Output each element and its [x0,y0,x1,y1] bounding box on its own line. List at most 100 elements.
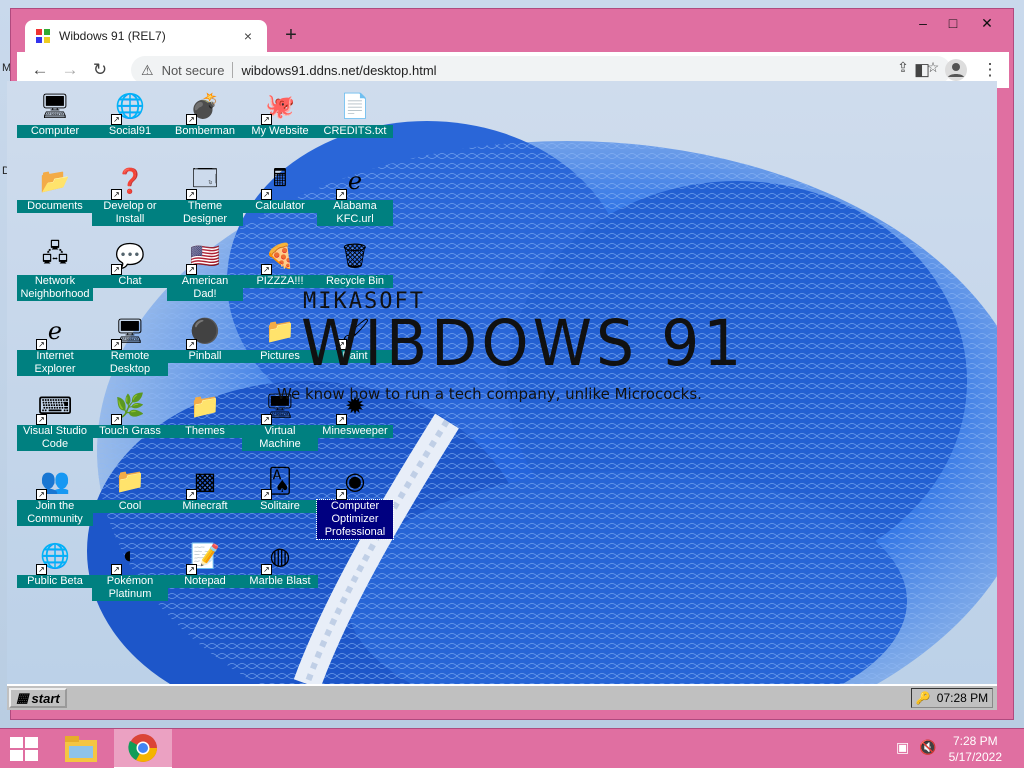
desktop-icon-alabama-kfc-url[interactable]: ℯ ↗ Alabama KFC.url [317,164,393,226]
desktop-icon-recycle-bin[interactable]: 🗑 Recycle Bin [317,239,393,288]
globe-icon: 🌐 ↗ [111,89,147,125]
ie-icon: ℯ ↗ [336,164,372,200]
desktop-icon-american-dad[interactable]: 🇺🇸 ↗ American Dad! [167,239,243,301]
shortcut-arrow-icon: ↗ [186,189,197,200]
web-page-viewport: 🖥 Computer 🌐 ↗ Social91 💣 ↗ Bomberman 🐙 ↗ My Websi… [7,81,997,684]
globe-icon: 🌐 ↗ [36,539,72,575]
desktop-icon-touch-grass[interactable]: 🌿 ↗ Touch Grass [92,389,168,438]
desktop-icon-remote-desktop[interactable]: 🖥 ↗ Remote Desktop [92,314,168,376]
desktop-icon-themes[interactable]: 📁 Themes [167,389,243,438]
desktop-icon-public-beta[interactable]: 🌐 ↗ Public Beta [17,539,93,588]
desktop-icon-label: Themes [167,425,243,438]
host-clock[interactable]: 7:28 PM 5/17/2022 [949,733,1002,765]
desktop-icon-computer[interactable]: 🖥 Computer [17,89,93,138]
remote-desktop-icon: 🖥 ↗ [111,314,147,350]
w91-taskbar: ▦ start 🔑 07:28 PM [7,684,997,710]
tab-strip: Wibdows 91 (REL7) × + – □ ✕ [11,9,1013,52]
shortcut-arrow-icon: ↗ [261,264,272,275]
desktop-icon-computer-optimizer-professional[interactable]: ◉ ↗ Computer Optimizer Professional [316,464,394,540]
desktop-icon-visual-studio-code[interactable]: ⌨ ↗ Visual Studio Code [17,389,93,451]
file-explorer-icon[interactable] [58,729,104,768]
host-system-tray: ▣ 🔇 [896,739,937,756]
shortcut-arrow-icon: ↗ [36,414,47,425]
desktop-icon-label: Alabama KFC.url [317,200,393,226]
desktop-icon-internet-explorer[interactable]: ℯ ↗ Internet Explorer [17,314,93,376]
desktop-icon-pizzza[interactable]: 🍕 ↗ PIZZZA!!! [242,239,318,288]
desktop-icon-label: CREDITS.txt [317,125,393,138]
desktop-icon-documents[interactable]: 📂 Documents [17,164,93,213]
shortcut-arrow-icon: ↗ [111,114,122,125]
desktop-icon-label: Minecraft [167,500,243,513]
desktop-icon-label: Pinball [167,350,243,363]
desktop-icon-social91[interactable]: 🌐 ↗ Social91 [92,89,168,138]
desktop-icon-network-neighborhood[interactable]: 🖧 Network Neighborhood [17,239,93,301]
address-bar[interactable]: ⚠ Not secure wibdows91.ddns.net/desktop.… [131,56,951,84]
close-window-button[interactable]: ✕ [973,13,1001,33]
desktop-icon-develop-or-install[interactable]: ❓ ↗ Develop or Install [92,164,168,226]
folder-icon: 📁 [115,467,145,495]
shortcut-arrow-icon: ↗ [261,414,272,425]
windows-start-icon[interactable] [10,737,38,761]
desktop-icon-label: Develop or Install [92,200,168,226]
us-flag-icon: 🇺🇸 ↗ [186,239,222,275]
desktop-icon-label: Solitaire [242,500,318,513]
desktop-icon-cool[interactable]: 📁 Cool [92,464,168,513]
volume-muted-icon[interactable]: 🔇 [919,739,936,756]
chrome-taskbar-icon[interactable] [114,729,172,768]
shortcut-arrow-icon: ↗ [186,489,197,500]
tray-key-icon[interactable]: 🔑 [916,691,931,705]
desktop-icon-label: Social91 [92,125,168,138]
tab-close-icon[interactable]: × [239,28,257,44]
desktop-icon-bomberman[interactable]: 💣 ↗ Bomberman [167,89,243,138]
desktop-icon-my-website[interactable]: 🐙 ↗ My Website [242,89,318,138]
shortcut-arrow-icon: ↗ [336,189,347,200]
maximize-button[interactable]: □ [939,13,967,33]
shortcut-arrow-icon: ↗ [336,414,347,425]
desktop-icon-join-the-community[interactable]: 👥 ↗ Join the Community [17,464,93,526]
desktop-icon-chat[interactable]: 💬 ↗ Chat [92,239,168,288]
desktop-icon-calculator[interactable]: 🖩 ↗ Calculator [242,164,318,213]
desktop-icon-pinball[interactable]: ⚫ ↗ Pinball [167,314,243,363]
network-icon: 🖧 [41,239,69,267]
network-status-icon[interactable]: ▣ [896,739,909,756]
new-tab-button[interactable]: + [279,23,303,47]
shortcut-arrow-icon: ↗ [186,264,197,275]
shortcut-arrow-icon: ↗ [186,564,197,575]
shortcut-arrow-icon: ↗ [36,564,47,575]
folder-open-icon: 📂 [40,167,70,195]
brand-tagline: We know how to run a tech company, unlik… [277,385,702,403]
w91-clock[interactable]: 07:28 PM [937,691,988,705]
shortcut-arrow-icon: ↗ [111,564,122,575]
desktop-icon-minecraft[interactable]: ▩ ↗ Minecraft [167,464,243,513]
desktop-icon-label: Cool [92,500,168,513]
desktop-icon-credits-txt[interactable]: 📄 CREDITS.txt [317,89,393,138]
desktop-icon-pok-mon-platinum[interactable]: ◐ ↗ Pokémon Platinum [92,539,168,601]
grass-icon: 🌿 ↗ [111,389,147,425]
desktop-icon-label: Pokémon Platinum [92,575,168,601]
folder-icon: 📁 [190,392,220,420]
bomberman-icon: 💣 ↗ [186,89,222,125]
cards-icon: 🂡 ↗ [261,464,297,500]
desktop-icon-solitaire[interactable]: 🂡 ↗ Solitaire [242,464,318,513]
shortcut-arrow-icon: ↗ [261,114,272,125]
favicon-icon [35,28,51,44]
calculator-icon: 🖩 ↗ [261,164,297,200]
security-label: Not secure [161,62,225,78]
pizza-icon: 🍕 ↗ [261,239,297,275]
recycle-bin-icon: 🗑 [339,242,371,270]
browser-tab[interactable]: Wibdows 91 (REL7) × [25,20,267,52]
vscode-icon: ⌨ ↗ [36,392,73,425]
pinball-icon: ⚫ ↗ [186,314,222,350]
desktop-icon-label: Visual Studio Code [17,425,93,451]
url-text[interactable]: wibdows91.ddns.net/desktop.html [241,63,436,78]
tab-title: Wibdows 91 (REL7) [59,29,166,43]
desktop-icon-notepad[interactable]: 📝 ↗ Notepad [167,539,243,588]
warning-icon: ⚠ [141,61,154,78]
text-file-icon: 📄 [340,92,370,120]
github-icon: 🐙 ↗ [261,89,297,125]
brand-title: WIBDOWS 91 [301,307,746,381]
desktop-icon-marble-blast[interactable]: ◍ ↗ Marble Blast [242,539,318,588]
start-button[interactable]: ▦ start [9,688,67,708]
minimize-button[interactable]: – [909,13,937,33]
desktop-icon-theme-designer[interactable]: 🗔 ↗ Theme Designer [167,164,243,226]
